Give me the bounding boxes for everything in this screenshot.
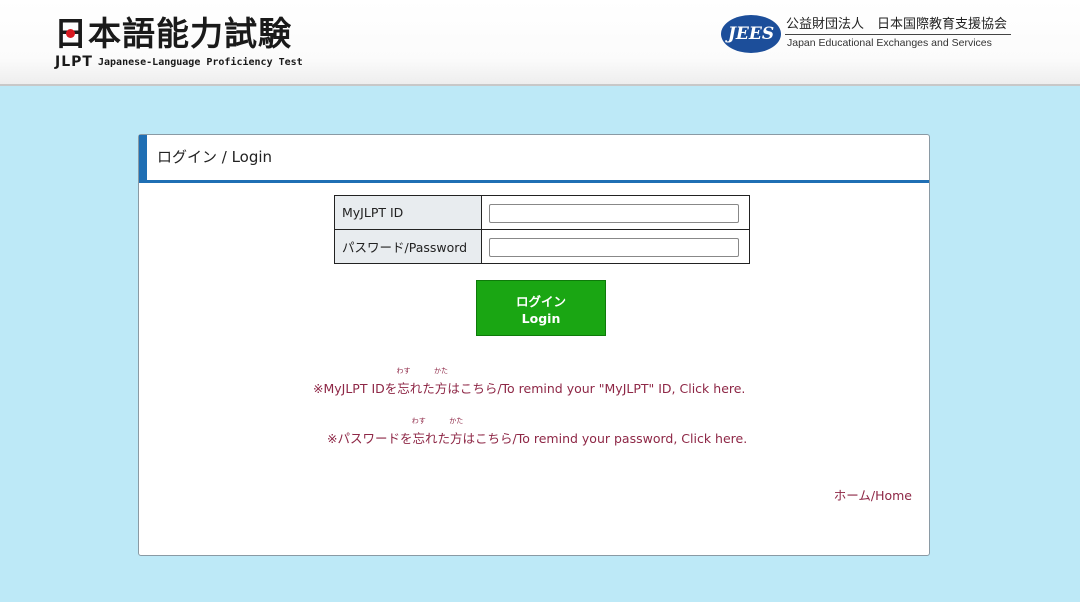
jees-badge-icon: JEES: [721, 15, 781, 53]
jees-japanese-name: 公益財団法人 日本国際教育支援協会: [786, 17, 1008, 32]
remind-password-word1-text: 忘: [412, 431, 425, 446]
login-button[interactable]: ログイン Login: [476, 280, 606, 336]
jees-logo[interactable]: JEES 公益財団法人 日本国際教育支援協会 Japan Educational…: [721, 15, 1021, 55]
myjlpt-id-input[interactable]: [489, 203, 739, 223]
title-accent-bar: [139, 135, 147, 183]
remind-id-word2-text: 方: [434, 381, 448, 396]
remind-id-word1: わす忘: [396, 367, 411, 400]
logo-kanji-title: 日本語能力試験: [54, 14, 292, 53]
login-form-table: MyJLPT ID パスワード/Password: [334, 195, 750, 264]
remind-id-word1-ruby: わす: [396, 367, 411, 375]
myjlpt-id-cell: [481, 195, 750, 230]
home-link[interactable]: ホーム/Home: [834, 485, 912, 504]
remind-password-prefix: ※パスワードを: [327, 431, 413, 446]
remind-password-word2-text: 方: [450, 431, 463, 446]
logo-jlpt-mark: JLPT: [55, 54, 93, 70]
remind-id-suffix: はこちら/To remind your "MyJLPT" ID, Click h…: [447, 381, 746, 396]
hinomaru-icon: [66, 29, 75, 38]
remind-password-word2-ruby: かた: [449, 417, 464, 425]
remind-password-link[interactable]: ※パスワードを わす 忘れた かた 方はこちら/To remind your passw…: [327, 417, 748, 450]
remind-password-word1-ruby: わす: [411, 417, 426, 425]
page-title: ログイン / Login: [157, 148, 273, 166]
login-button-label-jp: ログイン: [515, 294, 566, 309]
remind-password-word2: かた方: [449, 417, 464, 450]
password-input[interactable]: [489, 237, 739, 257]
remind-password-word1: わす忘: [411, 417, 426, 450]
jees-english-name: Japan Educational Exchanges and Services: [787, 37, 992, 49]
myjlpt-id-label: MyJLPT ID: [334, 195, 482, 230]
remind-password-suffix: はこちら/To remind your password, Click here…: [462, 431, 748, 446]
panel-title-bar: ログイン / Login: [139, 135, 929, 183]
remind-id-mid: れた: [409, 381, 435, 396]
password-label: パスワード/Password: [334, 229, 482, 264]
remind-id-word1-text: 忘: [397, 381, 410, 396]
remind-id-link[interactable]: ※MyJLPT IDを わす 忘れた かた 方はこちら/To remind your "…: [313, 367, 746, 400]
login-button-label-en: Login: [521, 311, 561, 326]
remind-id-prefix: ※MyJLPT IDを: [313, 381, 398, 396]
remind-id-word2-ruby: かた: [434, 367, 449, 375]
jlpt-logo[interactable]: 日本語能力試験 JLPT Japanese-Language Proficien…: [54, 14, 303, 70]
jees-divider: [785, 34, 1011, 35]
myjlpt-id-row: MyJLPT ID: [334, 195, 750, 230]
password-row: パスワード/Password: [334, 229, 750, 264]
site-header: 日本語能力試験 JLPT Japanese-Language Proficien…: [0, 0, 1080, 86]
remind-id-word2: かた方: [434, 367, 449, 400]
remind-password-mid: れた: [425, 431, 451, 446]
logo-english-title: Japanese-Language Proficiency Test: [98, 57, 303, 68]
login-panel: ログイン / Login MyJLPT ID パスワード/Password ログ…: [138, 134, 930, 556]
password-cell: [481, 229, 750, 264]
